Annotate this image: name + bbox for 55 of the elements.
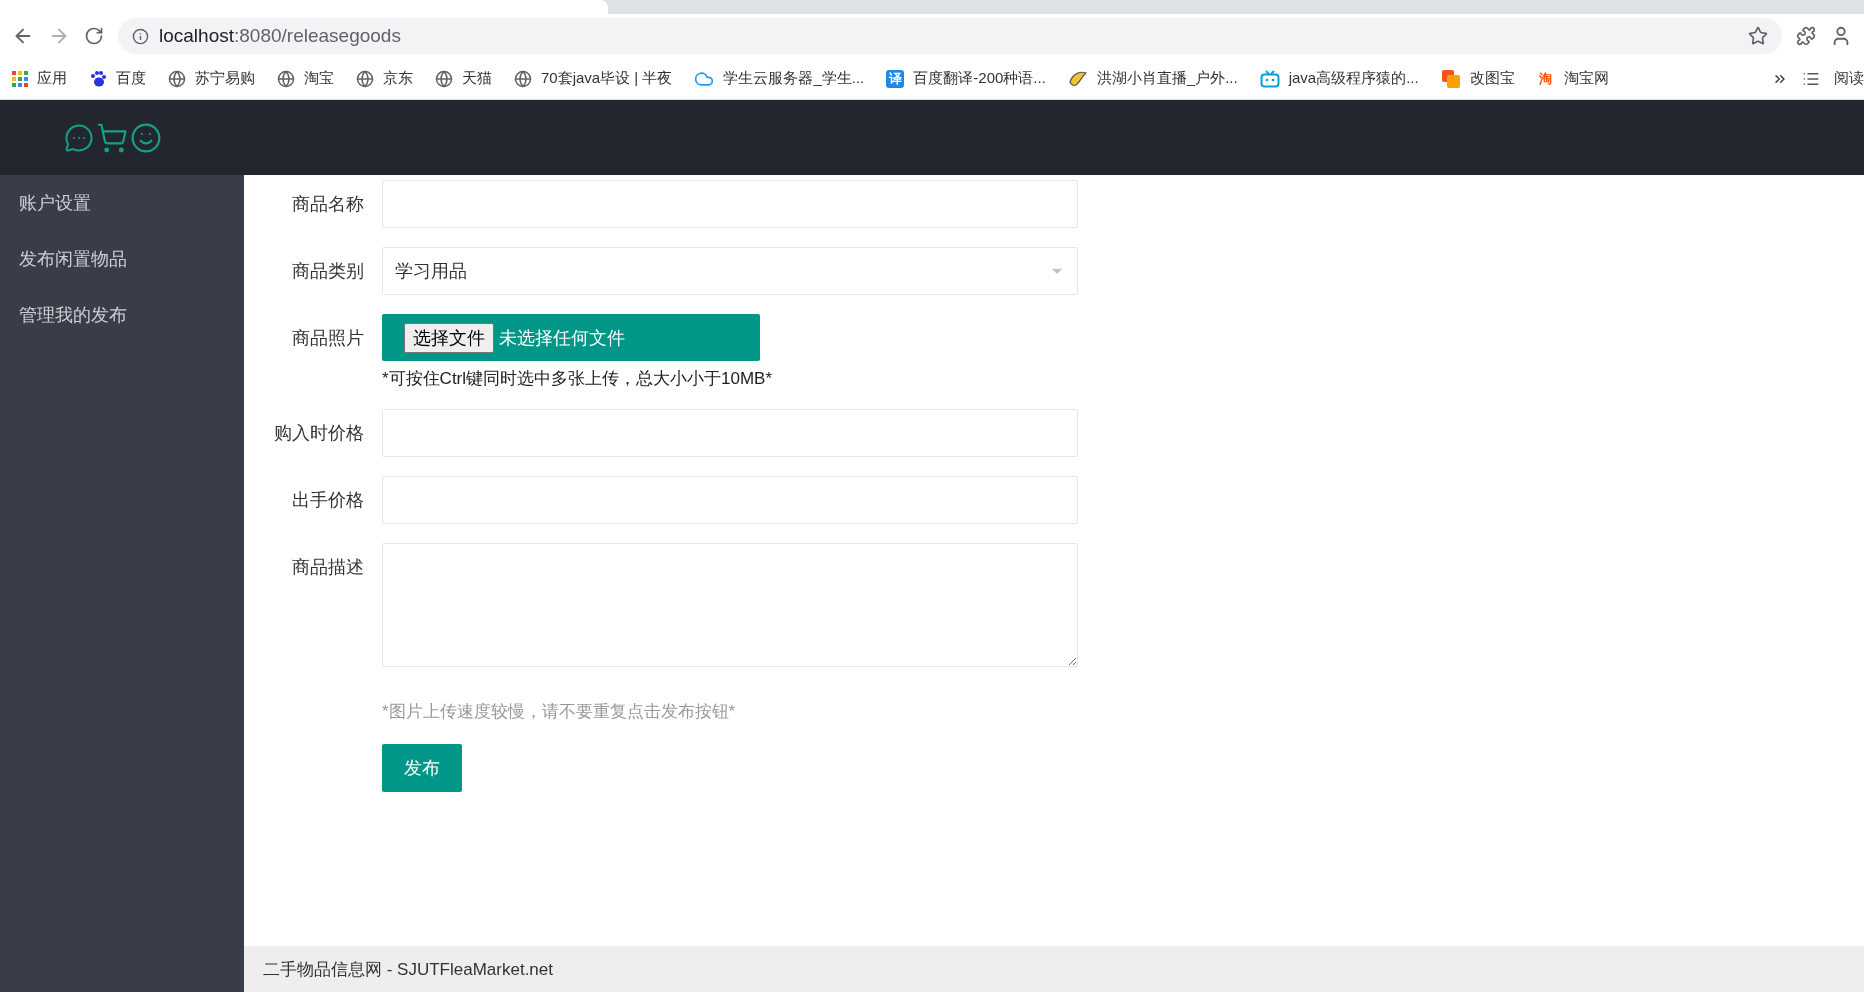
info-icon: [132, 27, 149, 45]
bookmark-link[interactable]: 洪湖小肖直播_户外...: [1096, 69, 1238, 88]
bookmark-link[interactable]: java高级程序猿的...: [1288, 69, 1419, 88]
field-label: 出手价格: [291, 489, 365, 512]
field-label: 商品照片: [291, 327, 365, 350]
bookmark-link[interactable]: 百度翻译-200种语...: [913, 69, 1046, 88]
choose-file-button[interactable]: 选择文件: [404, 322, 494, 353]
chat-icon: [64, 122, 94, 153]
sidebar-item[interactable]: 账户设置: [0, 175, 244, 231]
globe-icon: [277, 69, 295, 88]
paw-icon: [89, 69, 107, 88]
field-label: 商品类别: [291, 260, 365, 283]
bookmark-link[interactable]: 天猫: [462, 69, 492, 88]
bookmark-link[interactable]: 学生云服务器_学生...: [723, 69, 865, 88]
smiley-icon: [130, 121, 162, 154]
reload-icon[interactable]: [84, 26, 104, 46]
bookmark-link[interactable]: 应用: [37, 69, 67, 88]
star-icon[interactable]: [1748, 26, 1768, 46]
bookmark-link[interactable]: 淘宝网: [1563, 69, 1609, 88]
bookmark-link[interactable]: 百度: [116, 69, 146, 88]
squares-icon: [1440, 68, 1461, 89]
bookmark-link[interactable]: 淘宝: [304, 69, 334, 88]
globe-icon: [514, 69, 532, 88]
shop-icon: 淘: [1536, 69, 1555, 88]
apps-grid-icon: [12, 70, 28, 87]
translate-icon: 译: [886, 69, 905, 88]
upload-notice: *图片上传速度较慢，请不要重复点击发布按钮*: [382, 701, 737, 723]
extensions-icon[interactable]: [1796, 26, 1816, 46]
bookmark-link[interactable]: 京东: [383, 69, 413, 88]
field-label: 购入时价格: [273, 422, 365, 445]
bookmark-link[interactable]: 改图宝: [1469, 69, 1515, 88]
input-field[interactable]: [382, 409, 1078, 457]
publish-button[interactable]: 发布: [382, 744, 462, 792]
input-field[interactable]: [382, 476, 1078, 524]
globe-icon: [356, 69, 374, 88]
footer-text: 二手物品信息网 - SJUTFleaMarket.net: [263, 958, 553, 981]
globe-icon: [435, 69, 453, 88]
reading-list-link[interactable]: 阅读: [1834, 69, 1864, 88]
tv-icon: [1259, 69, 1280, 88]
category-select[interactable]: 学习用品: [382, 247, 1078, 295]
address-bar[interactable]: localhost:8080/releasegoods: [118, 18, 1782, 54]
field-label: 商品名称: [291, 193, 365, 216]
input-field[interactable]: [382, 180, 1078, 228]
sidebar-item[interactable]: 管理我的发布: [0, 287, 244, 343]
globe-icon: [168, 69, 186, 88]
bookmark-link[interactable]: 苏宁易购: [195, 69, 255, 88]
description-field[interactable]: [382, 543, 1078, 667]
sidebar-item[interactable]: 发布闲置物品: [0, 231, 244, 287]
file-upload-field[interactable]: 选择文件 未选择任何文件: [382, 314, 760, 361]
file-status: 未选择任何文件: [499, 326, 625, 350]
cart-icon: [96, 121, 128, 154]
field-label: 商品描述: [291, 556, 365, 579]
upload-hint: *可按住Ctrl键同时选中多张上传，总大小小于10MB*: [382, 368, 773, 390]
url-text: localhost:8080/releasegoods: [159, 25, 401, 47]
bookmark-link[interactable]: 70套java毕设 | 半夜: [541, 69, 673, 88]
